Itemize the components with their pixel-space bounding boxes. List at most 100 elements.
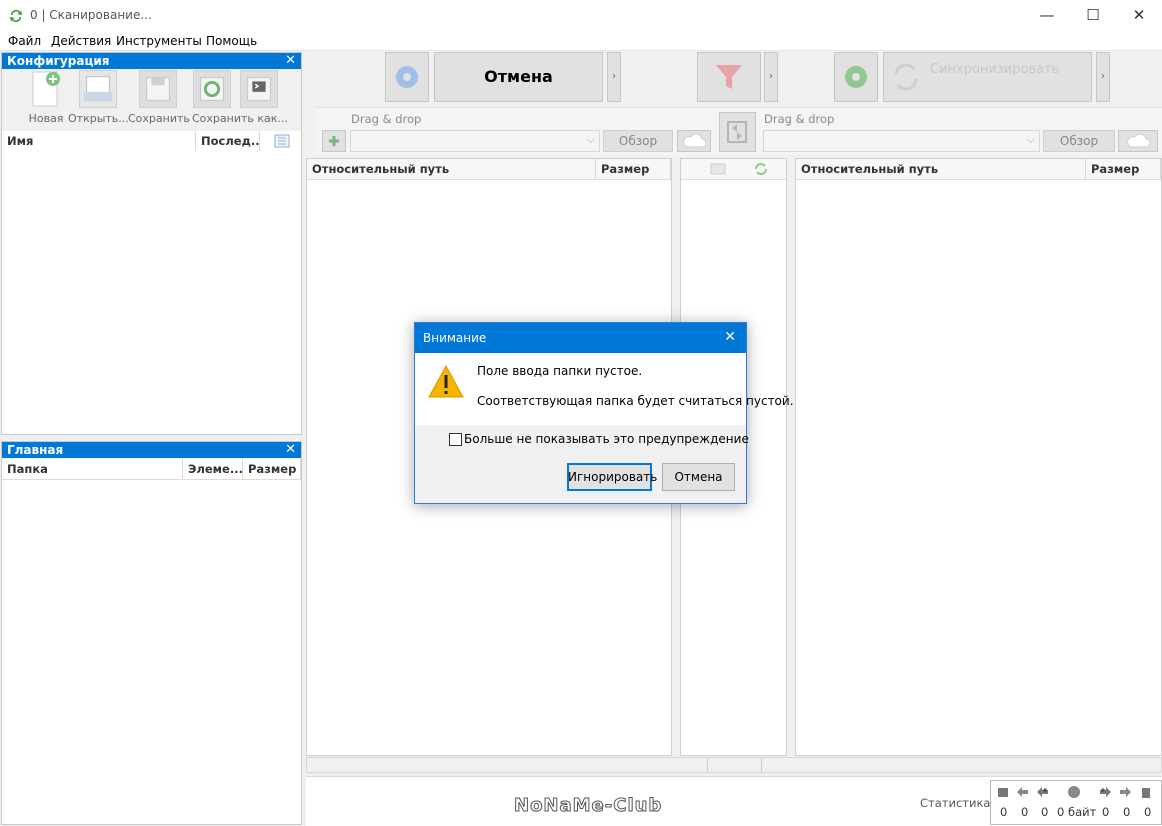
stat-right-update: 0 [1123,805,1131,819]
dialog-close-button[interactable]: ✕ [724,329,736,345]
filter-options-arrow[interactable]: › [764,52,778,102]
dialog-message-line2: Соответствующая папка будет считаться пу… [477,394,794,408]
minimize-button[interactable]: — [1024,0,1070,32]
config-toolbar: Новая Открыть... Сохранить Сохранить как… [2,69,301,129]
folder-pair-row: Drag & drop ⌵ Обзор Drag & drop ⌵ Обзор [316,107,1162,155]
right-drag-drop-label: Drag & drop [764,112,835,126]
cloud-icon [683,133,707,148]
config-panel-close-icon[interactable]: ✕ [285,53,296,69]
save-batch-button[interactable] [236,70,282,122]
list-settings-icon[interactable] [274,134,290,148]
status-divider [707,758,708,772]
action-sync-icon[interactable] [753,162,769,176]
filter-button[interactable] [697,52,761,102]
right-browse-button[interactable]: Обзор [1043,130,1115,152]
left-grid-header: Относительный путь Размер [307,159,671,180]
arrow-left-update-icon [1037,787,1048,797]
arrow-right-icon [1120,787,1131,797]
dont-show-again-checkbox[interactable] [449,433,462,446]
right-folder-input[interactable]: ⌵ [763,130,1040,152]
right-column-size[interactable]: Размер [1086,159,1161,179]
right-grid-header: Относительный путь Размер [796,159,1161,180]
bottom-bar: NoNaMe-Club Статистика: 0 0 0 0 байт 0 0… [306,776,1162,826]
menu-file[interactable]: Файл [8,34,41,48]
column-last-sync[interactable]: Послед... [196,131,260,151]
column-size[interactable]: Размер [243,459,301,479]
column-folder[interactable]: Папка [2,459,183,479]
sync-settings-button[interactable] [834,52,878,102]
synchronize-button[interactable]: Синхронизировать [883,52,1092,102]
arrow-right-update-icon [1100,787,1111,797]
save-as-config-button[interactable]: Сохранить как... [189,70,288,125]
menu-actions[interactable]: Действия [51,34,111,48]
dialog-body: Поле ввода папки пустое. Соответствующая… [415,353,794,425]
open-icon [79,70,117,108]
watermark-text: NoNaMe-Club [513,795,663,817]
window-title: 0 | Сканирование... [30,8,152,22]
menu-tools[interactable]: Инструменты [116,34,202,48]
add-folder-icon [329,136,339,146]
compare-gear-icon [396,66,418,88]
left-column-relative-path[interactable]: Относительный путь [307,159,596,179]
left-column-size[interactable]: Размер [596,159,671,179]
batch-script-icon [240,70,278,108]
menu-help[interactable]: Помощь [206,34,257,48]
maximize-button[interactable]: ☐ [1070,0,1116,32]
main-panel-close-icon[interactable]: ✕ [285,442,296,458]
dialog-title: Внимание [423,331,487,345]
save-as-sync-icon [193,70,231,108]
dialog-cancel-button[interactable]: Отмена [662,463,735,491]
right-column-relative-path[interactable]: Относительный путь [796,159,1086,179]
status-divider [761,758,762,772]
stat-left-create: 0 [1000,805,1008,819]
left-drag-drop-label: Drag & drop [351,112,422,126]
add-folder-pair-button[interactable] [322,130,346,152]
config-list[interactable] [2,151,301,434]
compare-button[interactable] [385,52,429,102]
dont-show-again-label[interactable]: Больше не показывать это предупреждение [464,432,749,446]
statistics-box: 0 0 0 0 байт 0 0 0 [990,780,1162,825]
column-items[interactable]: Элеме... [183,459,243,479]
files-left-create-icon [998,788,1008,797]
save-icon [139,70,177,108]
middle-grid-header [681,159,786,180]
left-cloud-button[interactable] [677,130,711,152]
title-bar: 0 | Сканирование... — ☐ ✕ [0,0,1162,32]
overview-list[interactable] [2,480,301,824]
config-panel-title: Конфигурация ✕ [2,53,301,69]
category-icon[interactable] [709,162,727,176]
arrow-left-icon [1017,787,1028,797]
cloud-icon [1127,133,1151,148]
right-folder-history-arrow[interactable]: ⌵ [1027,133,1035,147]
close-window-button[interactable]: ✕ [1116,0,1162,32]
overview-header: Папка Элеме... Размер [2,459,301,480]
swap-sides-button[interactable] [719,112,756,152]
stat-right-delete: 0 [1144,805,1152,819]
open-config-button[interactable]: Открыть... [68,70,129,125]
right-file-grid[interactable]: Относительный путь Размер [795,158,1162,756]
save-config-button[interactable]: Сохранить [128,70,190,125]
main-panel-title-text: Главная [7,443,64,457]
statistics-label: Статистика: [920,796,995,810]
left-folder-input[interactable]: ⌵ [350,130,600,152]
right-cloud-button[interactable] [1118,130,1158,152]
data-size-icon [1068,786,1080,798]
sync-options-arrow[interactable]: › [1096,52,1110,102]
config-panel-title-text: Конфигурация [7,54,110,68]
column-name[interactable]: Имя [2,131,196,151]
warning-icon [428,364,464,398]
dialog-message-line1: Поле ввода папки пустое. [477,364,643,378]
new-config-button[interactable]: Новая [16,70,76,125]
cancel-scan-button[interactable]: Отмена [434,52,603,102]
new-file-icon [32,71,60,107]
synchronize-label: Синхронизировать [930,62,1060,77]
ignore-button[interactable]: Игнорировать [567,463,657,491]
main-panel: Главная ✕ Папка Элеме... Размер [1,441,302,825]
stat-right-create: 0 [1102,805,1110,819]
save-as-config-label: Сохранить как... [192,112,288,125]
left-folder-history-arrow[interactable]: ⌵ [587,133,595,147]
new-config-label: Новая [28,112,64,125]
main-toolbar: Отмена › › Синхронизировать › [306,52,1162,104]
left-browse-button[interactable]: Обзор [603,130,673,152]
compare-options-arrow[interactable]: › [607,52,621,102]
